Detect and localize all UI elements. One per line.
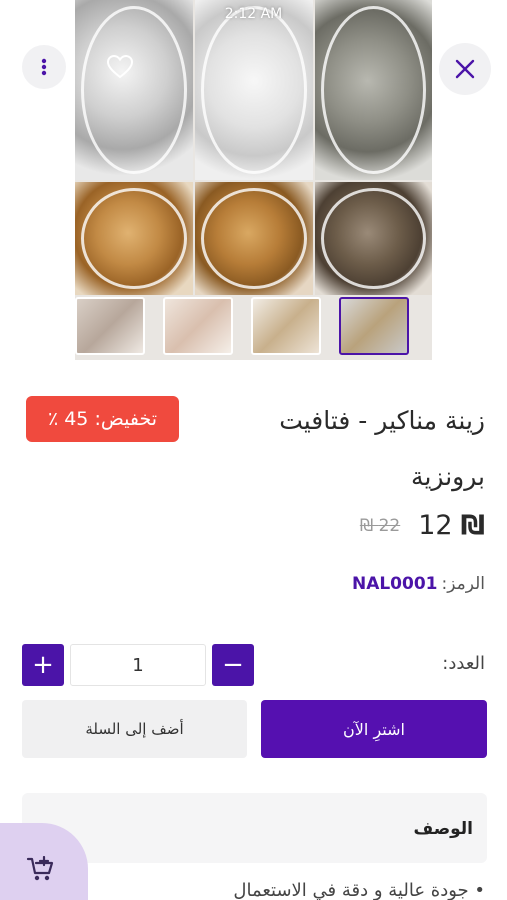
thumbnail-strip (75, 295, 432, 357)
buy-now-button[interactable]: اشترِ الآن (261, 700, 487, 758)
image-tile-bronze (195, 182, 313, 295)
product-title: زينة مناكير - فتافيت برونزية (279, 406, 485, 491)
thumbnail-2[interactable] (163, 297, 233, 355)
quantity-decrease-button[interactable]: − (212, 644, 254, 686)
price-row: ₪ 12 22 ₪ (360, 510, 485, 541)
currency-icon: ₪ (460, 510, 485, 541)
quantity-input[interactable] (70, 644, 206, 686)
favorite-button[interactable] (100, 50, 140, 84)
image-tile-grey (315, 0, 432, 180)
image-tile-dark (315, 182, 432, 295)
heart-icon (107, 55, 133, 79)
quantity-stepper: + − (22, 644, 254, 686)
close-button[interactable] (439, 43, 491, 95)
image-tile-clear (195, 0, 313, 180)
description-section[interactable]: الوصف (22, 793, 487, 863)
description-title: الوصف (413, 819, 473, 839)
quantity-label: العدد: (442, 653, 485, 674)
status-time: 2:12 AM (224, 6, 283, 22)
thumbnail-4-selected[interactable] (339, 297, 409, 355)
cart-add-icon (26, 856, 54, 881)
sku-label: الرمز: (441, 574, 486, 594)
price-value: 12 (418, 510, 453, 541)
image-tile-gold (75, 182, 193, 295)
image-tile-silver (75, 0, 193, 180)
close-icon (455, 59, 475, 79)
current-price: ₪ 12 (418, 510, 485, 541)
thumbnail-3[interactable] (251, 297, 321, 355)
thumbnail-1[interactable] (75, 297, 145, 355)
quantity-increase-button[interactable]: + (22, 644, 64, 686)
add-to-cart-button[interactable]: أضف إلى السلة (22, 700, 247, 758)
old-price: 22 ₪ (359, 515, 401, 536)
more-vertical-icon (41, 58, 47, 76)
sku-row: الرمز: NAL0001 (352, 574, 485, 594)
discount-badge: تخفيض: 45 ٪ (26, 396, 179, 442)
description-text: • جودة عالية و دقة في الاستعمال (233, 880, 485, 900)
more-options-button[interactable] (22, 45, 66, 89)
sku-value: NAL0001 (351, 574, 438, 594)
